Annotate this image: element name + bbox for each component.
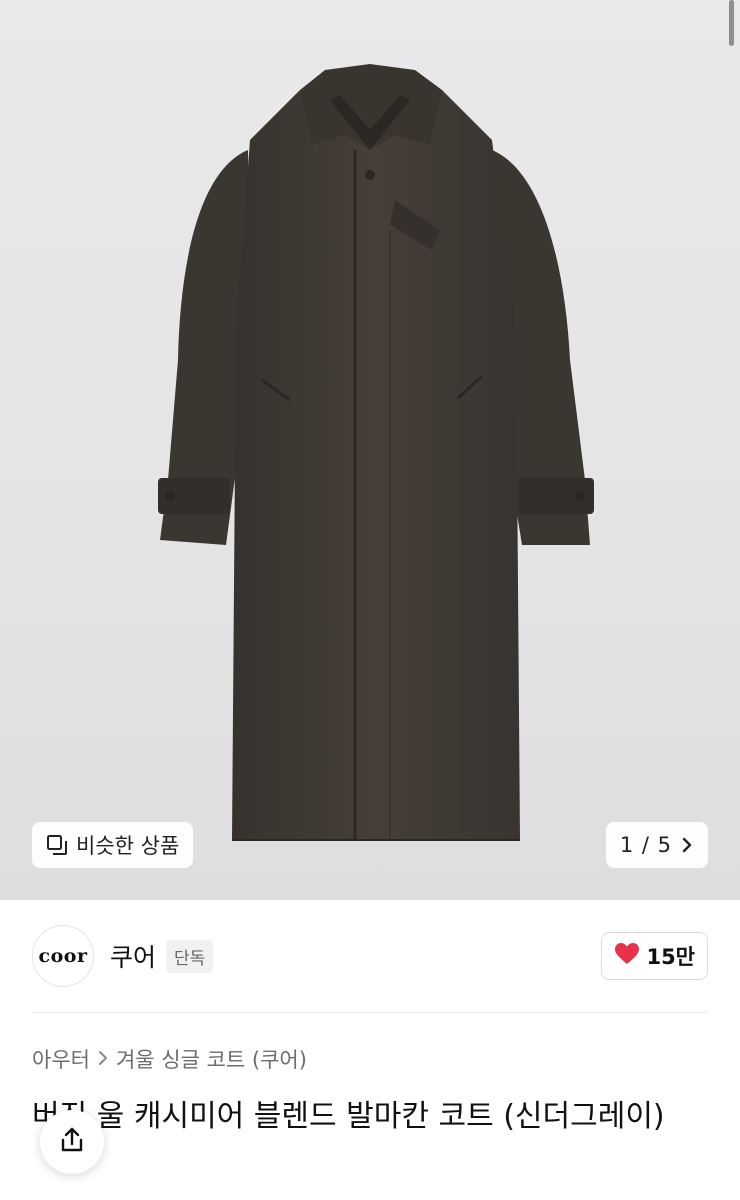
exclusive-badge: 단독 xyxy=(166,939,214,973)
like-button[interactable]: 15만 xyxy=(601,932,708,980)
divider xyxy=(32,1012,708,1013)
heart-icon xyxy=(614,942,640,971)
similar-products-label: 비슷한 상품 xyxy=(76,834,180,858)
chevron-right-icon xyxy=(680,835,694,855)
brand-name[interactable]: 쿠어 xyxy=(110,938,156,974)
brand-logo[interactable]: coor xyxy=(32,925,94,987)
image-counter-text: 1 / 5 xyxy=(619,833,672,857)
share-icon xyxy=(57,1125,87,1159)
breadcrumb-subcategory[interactable]: 겨울 싱글 코트 (쿠어) xyxy=(116,1044,307,1074)
chevron-right-icon xyxy=(98,1047,108,1071)
brand-row: coor 쿠어 단독 15만 xyxy=(32,924,708,988)
share-button[interactable] xyxy=(40,1110,104,1174)
similar-products-button[interactable]: 비슷한 상품 xyxy=(32,822,194,868)
brand-logo-text: coor xyxy=(38,945,88,967)
image-counter[interactable]: 1 / 5 xyxy=(605,822,708,868)
breadcrumb: 아우터 겨울 싱글 코트 (쿠어) xyxy=(32,1044,307,1074)
product-title: 버진 울 캐시미어 블렌드 발마칸 코트 (신더그레이) xyxy=(32,1099,665,1134)
breadcrumb-category[interactable]: 아우터 xyxy=(32,1044,90,1074)
like-count: 15만 xyxy=(646,945,695,969)
product-image[interactable] xyxy=(0,0,740,900)
product-gallery[interactable]: 비슷한 상품 1 / 5 xyxy=(0,0,740,900)
similar-products-icon xyxy=(46,834,68,856)
scroll-indicator[interactable] xyxy=(729,0,734,46)
